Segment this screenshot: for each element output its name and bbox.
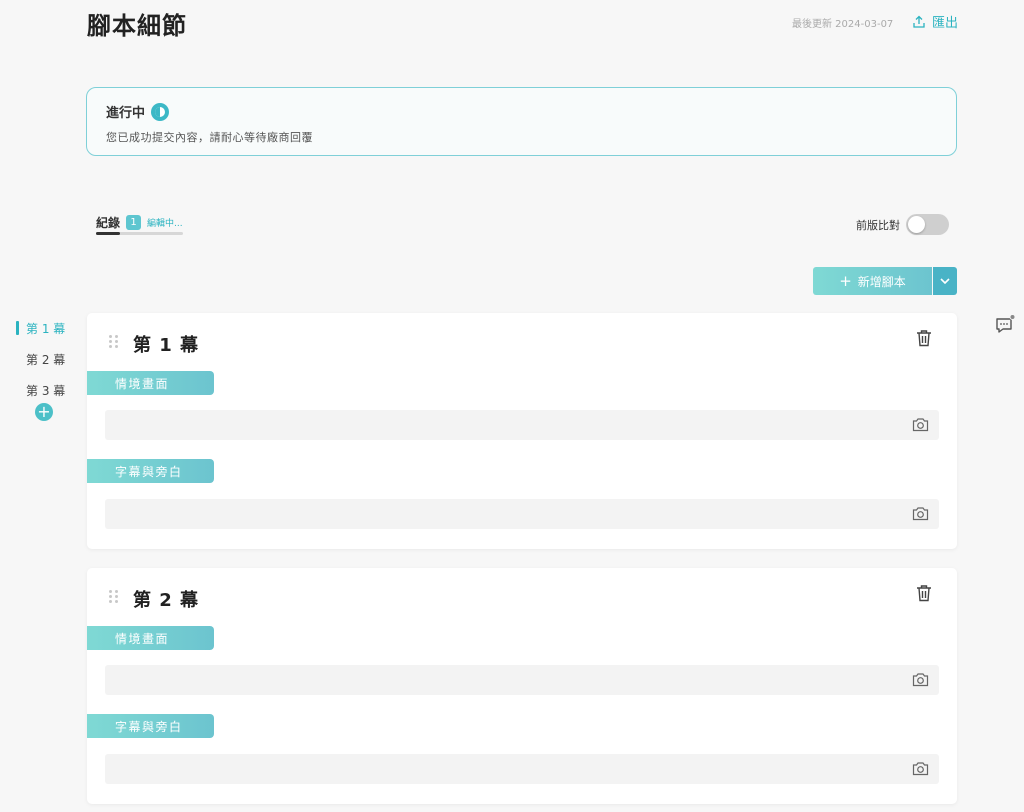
scene-card: 第 2 幕 情境畫面 字幕與旁白 xyxy=(87,568,957,804)
plus-icon: + xyxy=(839,271,852,290)
trash-icon[interactable] xyxy=(916,584,932,602)
section-tag-scene-visual: 情境畫面 xyxy=(87,626,214,650)
scene-card: 第 1 幕 情境畫面 字幕與旁白 xyxy=(87,313,957,549)
status-title: 進行中 xyxy=(106,106,146,121)
subtitles-field[interactable] xyxy=(105,499,939,529)
camera-icon[interactable] xyxy=(912,506,929,521)
add-script-label: 新增腳本 xyxy=(857,274,906,289)
scene-nav: 第 1 幕 第 2 幕 第 3 幕 xyxy=(16,313,76,406)
add-script-dropdown[interactable] xyxy=(933,267,957,295)
page-title: 腳本細節 xyxy=(87,12,187,40)
drag-handle-icon[interactable] xyxy=(109,335,119,349)
camera-icon[interactable] xyxy=(912,761,929,776)
records-progress xyxy=(96,232,183,235)
scene-nav-item-1[interactable]: 第 1 幕 xyxy=(16,313,76,344)
scene-visual-field[interactable] xyxy=(105,410,939,440)
add-script-button[interactable]: + 新增腳本 xyxy=(813,267,932,295)
chevron-down-icon xyxy=(940,278,950,284)
drag-handle-icon[interactable] xyxy=(109,590,119,604)
export-label: 匯出 xyxy=(932,16,959,31)
section-tag-scene-visual: 情境畫面 xyxy=(87,371,214,395)
camera-icon[interactable] xyxy=(912,417,929,432)
camera-icon[interactable] xyxy=(912,672,929,687)
records-editing-status: 編輯中... xyxy=(147,219,183,229)
chat-icon[interactable] xyxy=(995,313,1017,335)
compare-toggle[interactable] xyxy=(906,214,949,235)
last-updated: 最後更新 2024-03-07 xyxy=(792,19,894,30)
status-description: 您已成功提交內容，請耐心等待廠商回覆 xyxy=(106,131,313,144)
records-label: 紀錄 xyxy=(96,216,121,230)
compare-control: 前版比對 xyxy=(856,214,949,235)
records-count-badge: 1 xyxy=(126,215,142,230)
section-tag-subtitles: 字幕與旁白 xyxy=(87,459,214,483)
export-icon xyxy=(913,15,925,28)
status-icon xyxy=(151,102,170,121)
scene-visual-field[interactable] xyxy=(105,665,939,695)
section-tag-subtitles: 字幕與旁白 xyxy=(87,714,214,738)
export-button[interactable]: 匯出 xyxy=(912,12,958,31)
subtitles-field[interactable] xyxy=(105,754,939,784)
trash-icon[interactable] xyxy=(916,329,932,347)
records-tab[interactable]: 紀錄 1 編輯中... xyxy=(96,214,183,231)
status-panel: 進行中 您已成功提交內容，請耐心等待廠商回覆 xyxy=(86,87,957,156)
scene-title: 第 2 幕 xyxy=(133,590,200,611)
status-heading: 進行中 xyxy=(106,102,170,121)
add-scene-button[interactable]: + xyxy=(35,403,53,421)
scene-nav-item-2[interactable]: 第 2 幕 xyxy=(16,344,76,375)
add-script-group: + 新增腳本 xyxy=(813,267,957,295)
scene-title: 第 1 幕 xyxy=(133,335,200,356)
compare-label: 前版比對 xyxy=(856,218,900,232)
